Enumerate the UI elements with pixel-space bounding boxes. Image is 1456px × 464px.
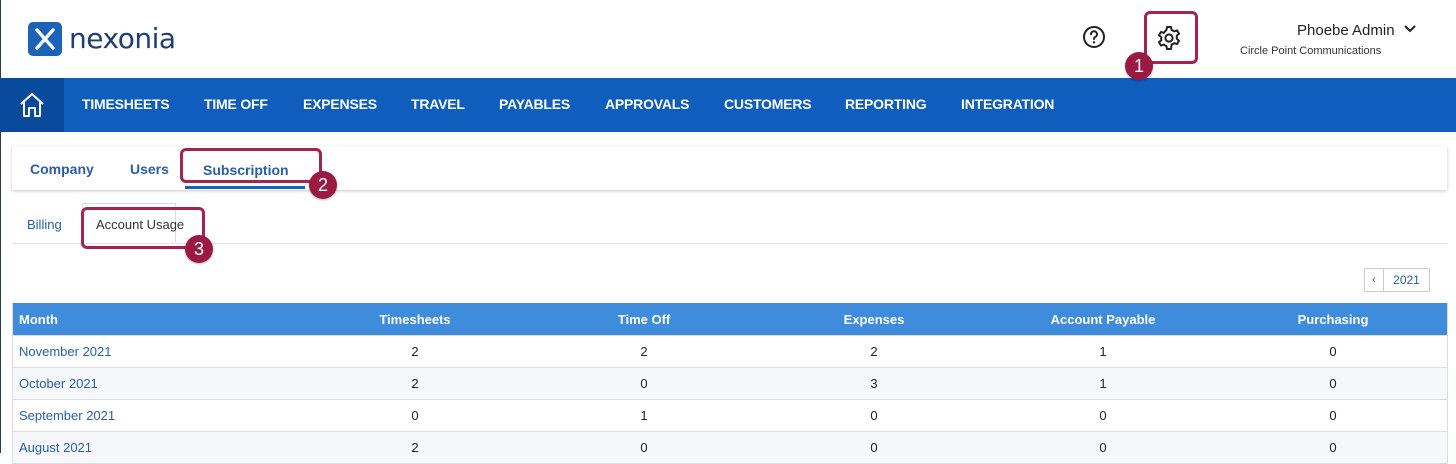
prev-year-button[interactable]: ‹ bbox=[1365, 269, 1384, 291]
step-badge-2: 2 bbox=[309, 171, 337, 199]
brand-name: nexonia bbox=[69, 22, 176, 55]
account-usage-table: Month Timesheets Time Off Expenses Accou… bbox=[12, 303, 1448, 464]
account-payable-cell: 0 bbox=[1099, 408, 1107, 423]
nav-time-off[interactable]: TIME OFF bbox=[204, 96, 268, 112]
col-expenses: Expenses bbox=[843, 312, 905, 327]
expenses-cell: 3 bbox=[870, 376, 878, 391]
month-cell[interactable]: October 2021 bbox=[19, 376, 98, 391]
year-label[interactable]: 2021 bbox=[1384, 269, 1429, 291]
company-name: Circle Point Communications bbox=[1240, 45, 1382, 57]
x-logo-icon bbox=[35, 28, 55, 50]
purchasing-cell: 0 bbox=[1329, 408, 1337, 423]
account-payable-cell: 1 bbox=[1099, 376, 1107, 391]
timesheets-cell: 2 bbox=[411, 344, 419, 359]
col-month: Month bbox=[19, 312, 58, 327]
highlight-subscription-tab bbox=[180, 148, 322, 183]
table-row: November 2021 2 2 2 1 0 bbox=[13, 335, 1447, 367]
timesheets-cell: 2 bbox=[411, 376, 419, 391]
col-timesheets: Timesheets bbox=[379, 312, 451, 327]
table-row: August 2021 2 0 0 0 0 bbox=[13, 431, 1447, 463]
purchasing-cell: 0 bbox=[1329, 376, 1337, 391]
active-tab-indicator bbox=[185, 186, 305, 189]
col-account-payable: Account Payable bbox=[1050, 312, 1156, 327]
year-pager: ‹ 2021 bbox=[1364, 268, 1430, 292]
nav-travel[interactable]: TRAVEL bbox=[411, 96, 465, 112]
table-header: Month Timesheets Time Off Expenses Accou… bbox=[13, 303, 1447, 335]
time-off-cell: 0 bbox=[640, 376, 648, 391]
nav-payables[interactable]: PAYABLES bbox=[499, 96, 570, 112]
nav-timesheets[interactable]: TIMESHEETS bbox=[82, 96, 170, 112]
logo-mark bbox=[28, 22, 62, 56]
main-nav: TIMESHEETS TIME OFF EXPENSES TRAVEL PAYA… bbox=[0, 78, 1456, 132]
home-icon bbox=[20, 93, 44, 117]
subtab-divider bbox=[12, 243, 1448, 244]
time-off-cell: 2 bbox=[640, 344, 648, 359]
purchasing-cell: 0 bbox=[1329, 344, 1337, 359]
chevron-down-icon[interactable] bbox=[1403, 24, 1417, 34]
expenses-cell: 2 bbox=[870, 344, 878, 359]
nav-integration[interactable]: INTEGRATION bbox=[961, 96, 1054, 112]
col-time-off: Time Off bbox=[617, 312, 671, 327]
nav-expenses[interactable]: EXPENSES bbox=[303, 96, 377, 112]
subtab-billing[interactable]: Billing bbox=[27, 217, 62, 232]
tab-users[interactable]: Users bbox=[130, 161, 169, 177]
step-badge-1: 1 bbox=[1125, 52, 1153, 80]
expenses-cell: 0 bbox=[870, 408, 878, 423]
time-off-cell: 1 bbox=[640, 408, 648, 423]
timesheets-cell: 0 bbox=[411, 408, 419, 423]
account-payable-cell: 1 bbox=[1099, 344, 1107, 359]
highlight-settings bbox=[1144, 11, 1198, 64]
nav-approvals[interactable]: APPROVALS bbox=[605, 96, 689, 112]
nav-customers[interactable]: CUSTOMERS bbox=[724, 96, 812, 112]
table-row: October 2021 2 0 3 1 0 bbox=[13, 367, 1447, 399]
col-purchasing: Purchasing bbox=[1297, 312, 1369, 327]
window-edge bbox=[0, 0, 1, 453]
month-cell[interactable]: September 2021 bbox=[19, 408, 115, 423]
home-button[interactable] bbox=[0, 78, 64, 132]
step-badge-3: 3 bbox=[185, 235, 213, 263]
nexonia-logo[interactable]: nexonia bbox=[28, 22, 176, 56]
nav-reporting[interactable]: REPORTING bbox=[845, 96, 927, 112]
tab-company[interactable]: Company bbox=[30, 161, 94, 177]
month-cell[interactable]: November 2021 bbox=[19, 344, 112, 359]
user-name[interactable]: Phoebe Admin bbox=[1297, 22, 1395, 39]
question-circle-icon[interactable] bbox=[1082, 25, 1106, 49]
table-row: September 2021 0 1 0 0 0 bbox=[13, 399, 1447, 431]
